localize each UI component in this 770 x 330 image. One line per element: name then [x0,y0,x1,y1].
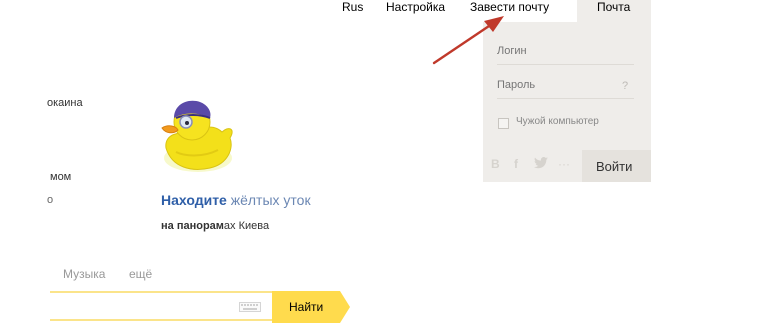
mail-tab[interactable]: Почта [597,0,630,14]
vk-icon[interactable]: В [491,157,500,171]
login-button[interactable]: Войти [582,150,651,182]
twitter-icon[interactable] [534,157,548,172]
promo-title-link[interactable]: Находите жёлтых уток [161,192,311,208]
left-news-snippet[interactable]: о [47,194,53,206]
more-socials-icon[interactable]: ··· [558,157,570,171]
promo-subtitle: на панорамах Киева [161,220,270,232]
facebook-icon[interactable]: f [514,157,518,171]
alien-computer-label: Чужой компьютер [516,116,599,127]
password-input[interactable] [497,72,634,99]
left-news-snippet[interactable]: мом [50,171,71,183]
tab-more[interactable]: ещё [129,267,152,281]
red-arrow-icon [432,16,504,65]
login-input[interactable] [497,38,634,65]
left-news-snippet[interactable]: окаина [47,97,83,109]
duck-icon[interactable] [158,96,236,176]
language-link[interactable]: Rus [342,0,363,22]
keyboard-icon[interactable] [239,302,261,312]
search-button-label: Найти [289,300,324,314]
password-help-link[interactable]: ? [622,80,628,92]
tab-music[interactable]: Музыка [63,267,105,281]
search-button[interactable]: Найти [272,291,350,323]
alien-computer-checkbox[interactable] [498,118,509,129]
